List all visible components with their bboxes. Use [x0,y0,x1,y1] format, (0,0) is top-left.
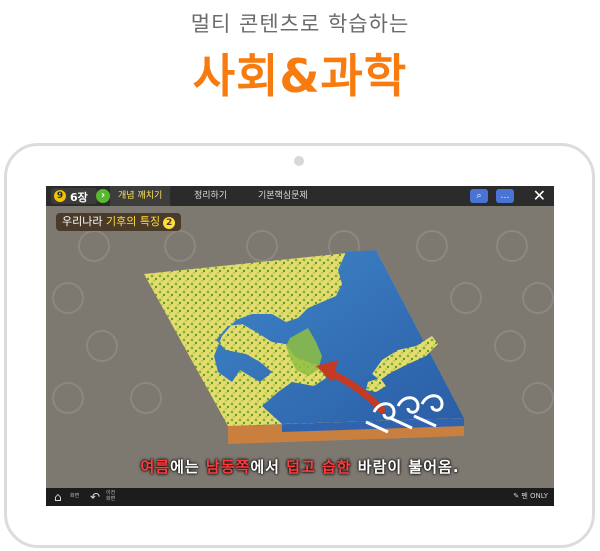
chapter-icon: 9 [54,190,66,202]
search-icon[interactable]: ⌕ [470,189,488,203]
caption: 여름에는 남동쪽에서 덥고 습한 바람이 불어옴. [46,456,554,477]
chevron-right-icon[interactable]: › [96,189,110,203]
pen-only-label: 펜 ONLY [521,492,548,500]
pen-only-toggle[interactable]: ✎ 펜 ONLY [513,491,548,501]
chat-icon[interactable]: … [496,189,514,203]
camera-dot [294,156,304,166]
topic-title: 우리나라 기후의 특징 2 [56,213,182,231]
chapter-badge[interactable]: 9 6장 [51,188,97,204]
app-screen: 9 6장 › 개념 깨치기 정리하기 기본핵심문제 ⌕ … ✕ 우리나라 기후의… [46,186,554,506]
caption-part: 에서 [250,458,287,476]
topic-number: 2 [163,217,176,229]
caption-part: 덥고 습한 [286,458,352,476]
home-label: 화면 [70,493,80,499]
tab-core-problems[interactable]: 기본핵심문제 [258,186,308,206]
page-title: 사회&과학 [192,49,408,103]
caption-part: 여름 [140,458,171,476]
home-icon[interactable]: ⌂ [54,490,62,504]
tab-concept[interactable]: 개념 깨치기 [110,186,171,206]
topic-highlight: 기후의 특징 [105,215,161,228]
close-icon[interactable]: ✕ [533,186,546,206]
top-bar: 9 6장 › 개념 깨치기 정리하기 기본핵심문제 ⌕ … ✕ [46,186,554,206]
tab-summary[interactable]: 정리하기 [194,186,227,206]
back-icon[interactable]: ↶ [90,490,100,504]
back-label: 이전 화면 [106,490,115,502]
caption-part: 에는 [170,458,206,476]
pen-icon: ✎ [513,492,520,500]
back-label-line2: 화면 [106,496,116,502]
subtitle: 멀티 콘텐츠로 학습하는 [190,12,410,36]
bottom-bar: ⌂ 화면 ↶ 이전 화면 ✎ 펜 ONLY [46,488,554,506]
caption-part: 남동쪽 [205,458,251,476]
caption-part: 바람이 불어옴. [351,458,460,476]
chapter-label: 6장 [70,191,88,204]
topic-prefix: 우리나라 [62,215,103,228]
